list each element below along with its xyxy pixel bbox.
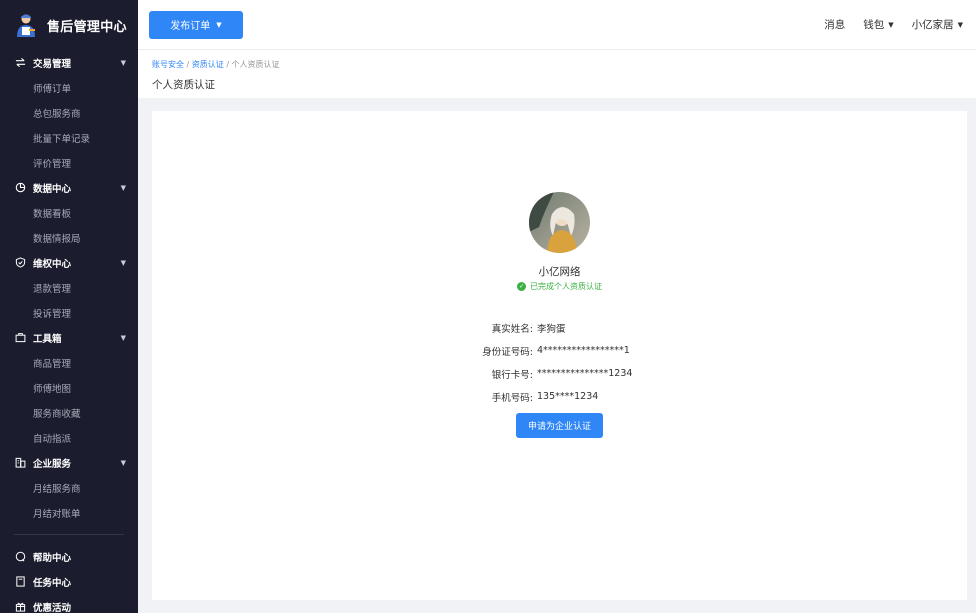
sidebar-item-favorites[interactable]: 服务商收藏 <box>0 400 138 425</box>
sidebar-item-label: 任务中心 <box>33 577 72 589</box>
caret-down-icon: ▼ <box>957 20 963 29</box>
apply-enterprise-button[interactable]: 申请为企业认证 <box>516 413 603 438</box>
verification-status-text: 已完成个人资质认证 <box>530 282 602 291</box>
building-icon <box>14 457 26 469</box>
breadcrumb-separator: / <box>223 60 232 69</box>
wallet-dropdown[interactable]: 钱包 ▼ <box>863 17 893 32</box>
menu-group-label: 数据中心 <box>33 183 72 195</box>
caret-down-icon: ▼ <box>120 58 126 67</box>
sidebar-item-auto-assign[interactable]: 自动指派 <box>0 425 138 450</box>
caret-down-icon: ▼ <box>120 333 126 342</box>
caret-down-icon: ▼ <box>216 20 222 29</box>
sidebar-item-data-intel[interactable]: 数据情报局 <box>0 225 138 250</box>
avatar <box>529 192 590 253</box>
sidebar-item-monthly-providers[interactable]: 月结服务商 <box>0 475 138 500</box>
info-label: 银行卡号: <box>491 369 533 381</box>
menu-group-toolbox[interactable]: 工具箱 ▼ <box>0 325 138 350</box>
caret-down-icon: ▼ <box>120 183 126 192</box>
brand[interactable]: 售后管理中心 <box>0 0 138 50</box>
pie-chart-icon <box>14 182 26 194</box>
sidebar-item-dashboard[interactable]: 数据看板 <box>0 200 138 225</box>
menu-group-trade[interactable]: 交易管理 ▼ <box>0 50 138 75</box>
shield-check-icon <box>14 257 26 269</box>
caret-down-icon: ▼ <box>120 258 126 267</box>
menu-group-data[interactable]: 数据中心 ▼ <box>0 175 138 200</box>
wallet-label: 钱包 <box>863 19 885 31</box>
breadcrumb: 账号安全 / 资质认证 / 个人资质认证 <box>152 59 976 70</box>
swap-icon <box>14 57 26 69</box>
brand-title: 售后管理中心 <box>47 19 127 35</box>
info-label: 真实姓名: <box>491 323 533 335</box>
profile-name: 小亿网络 <box>538 266 581 278</box>
sidebar-item-technician-orders[interactable]: 师傅订单 <box>0 75 138 100</box>
sidebar-item-tasks[interactable]: 任务中心 <box>0 569 138 594</box>
sidebar: 售后管理中心 交易管理 ▼ 师傅订单 总包服务商 批量下单记录 评价管理 数据中… <box>0 0 138 613</box>
breadcrumb-qualification[interactable]: 资质认证 <box>192 60 224 69</box>
info-row-bank-card: 银行卡号: ***************1234 <box>152 362 967 385</box>
menu-group-label: 企业服务 <box>33 458 72 470</box>
messages-link[interactable]: 消息 <box>824 17 845 32</box>
menu-group-label: 交易管理 <box>33 58 72 70</box>
info-value: 135****1234 <box>537 391 599 402</box>
info-value: 李狗蛋 <box>537 323 566 335</box>
check-circle-icon: ✓ <box>517 282 526 291</box>
task-icon <box>14 576 26 588</box>
info-row-phone: 手机号码: 135****1234 <box>152 385 967 408</box>
publish-order-button[interactable]: 发布订单 ▼ <box>149 10 243 39</box>
caret-down-icon: ▼ <box>120 458 126 467</box>
gift-icon <box>14 601 26 613</box>
menu-group-enterprise[interactable]: 企业服务 ▼ <box>0 450 138 475</box>
sidebar-item-complaints[interactable]: 投诉管理 <box>0 300 138 325</box>
breadcrumb-separator: / <box>184 60 192 69</box>
breadcrumb-account-security[interactable]: 账号安全 <box>152 60 184 69</box>
page-title: 个人资质认证 <box>152 79 215 91</box>
verification-status: ✓ 已完成个人资质认证 <box>152 281 967 292</box>
sidebar-item-monthly-statements[interactable]: 月结对账单 <box>0 500 138 525</box>
info-label: 手机号码: <box>491 392 533 404</box>
sidebar-item-reviews[interactable]: 评价管理 <box>0 150 138 175</box>
menu-group-label: 维权中心 <box>33 258 72 270</box>
sidebar-item-label: 帮助中心 <box>33 552 72 564</box>
technician-logo <box>17 14 35 37</box>
publish-order-label: 发布订单 <box>170 21 211 32</box>
info-label: 身份证号码: <box>482 346 533 358</box>
profile-card: 小亿网络 ✓ 已完成个人资质认证 真实姓名: 李狗蛋 身份证号码: 4*****… <box>152 111 967 600</box>
toolbox-icon <box>14 332 26 344</box>
sidebar-item-contractors[interactable]: 总包服务商 <box>0 100 138 125</box>
sidebar-item-label: 优惠活动 <box>33 602 72 613</box>
user-dropdown[interactable]: 小亿家居 ▼ <box>912 17 963 32</box>
top-right-nav: 消息 钱包 ▼ 小亿家居 ▼ <box>824 17 976 32</box>
profile-info: 真实姓名: 李狗蛋 身份证号码: 4*****************1 银行卡… <box>152 316 967 408</box>
info-value: 4*****************1 <box>537 345 630 356</box>
breadcrumb-current: 个人资质认证 <box>231 60 280 69</box>
info-row-real-name: 真实姓名: 李狗蛋 <box>152 316 967 339</box>
user-name: 小亿家居 <box>911 19 954 31</box>
caret-down-icon: ▼ <box>888 20 894 29</box>
sidebar-divider <box>14 534 124 535</box>
help-icon <box>14 551 26 563</box>
sidebar-item-technician-map[interactable]: 师傅地图 <box>0 375 138 400</box>
page-header: 账号安全 / 资质认证 / 个人资质认证 个人资质认证 <box>138 50 976 98</box>
sidebar-item-help[interactable]: 帮助中心 <box>0 544 138 569</box>
sidebar-item-batch-orders[interactable]: 批量下单记录 <box>0 125 138 150</box>
sidebar-item-refunds[interactable]: 退款管理 <box>0 275 138 300</box>
menu-group-label: 工具箱 <box>33 333 62 345</box>
sidebar-item-products[interactable]: 商品管理 <box>0 350 138 375</box>
info-row-id-number: 身份证号码: 4*****************1 <box>152 339 967 362</box>
top-bar: 发布订单 ▼ 消息 钱包 ▼ 小亿家居 ▼ <box>138 0 976 50</box>
menu-group-rights[interactable]: 维权中心 ▼ <box>0 250 138 275</box>
info-value: ***************1234 <box>537 368 633 379</box>
sidebar-item-promotions[interactable]: 优惠活动 <box>0 594 138 613</box>
